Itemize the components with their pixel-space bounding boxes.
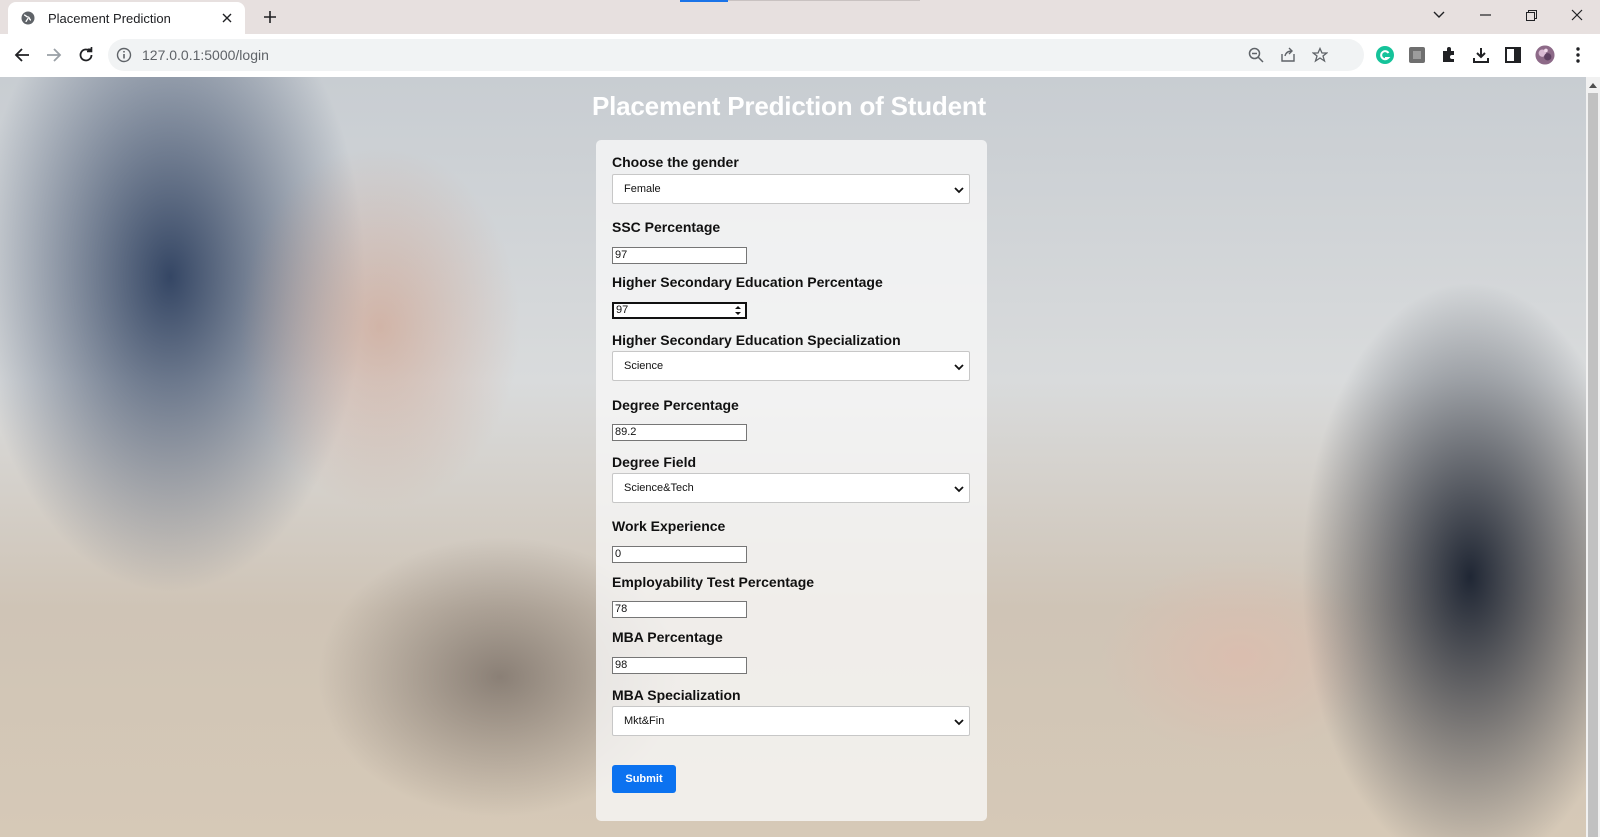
extensions-puzzle-icon[interactable]	[1439, 45, 1459, 65]
more-menu-icon[interactable]	[1568, 45, 1588, 65]
page-viewport: Placement Prediction of Student Choose t…	[0, 77, 1586, 837]
gender-label: Choose the gender	[612, 154, 739, 170]
degree-field-label: Degree Field	[612, 454, 697, 470]
submit-button[interactable]: Submit	[612, 765, 676, 793]
hsc-spec-select-value: Science	[624, 360, 664, 372]
etest-input[interactable]: 78	[612, 601, 747, 618]
mba-spec-label: MBA Specialization	[612, 687, 741, 703]
mba-spec-select-value: Mkt&Fin	[624, 715, 665, 727]
site-info-icon[interactable]	[116, 47, 132, 63]
tab-strip: Placement Prediction	[0, 0, 1600, 34]
chevron-down-icon	[954, 185, 964, 195]
work-exp-label: Work Experience	[612, 518, 726, 534]
degree-label: Degree Percentage	[612, 397, 739, 413]
degree-input[interactable]: 89.2	[612, 424, 747, 441]
tab-search-icon[interactable]	[1416, 0, 1462, 30]
back-arrow-icon[interactable]	[7, 40, 37, 70]
number-spinner-icon[interactable]	[734, 305, 742, 316]
chevron-down-icon	[954, 362, 964, 372]
hsc-input[interactable]: 97	[612, 302, 747, 319]
scroll-up-arrow-icon[interactable]	[1589, 83, 1597, 88]
url-text[interactable]: 127.0.0.1:5000/login	[142, 47, 269, 63]
mba-spec-select[interactable]: Mkt&Fin	[612, 706, 970, 736]
chevron-down-icon	[954, 717, 964, 727]
profile-avatar[interactable]	[1535, 45, 1555, 65]
mba-label: MBA Percentage	[612, 629, 723, 645]
new-tab-button[interactable]	[258, 5, 282, 29]
gender-select[interactable]: Female	[612, 174, 970, 204]
degree-field-select-value: Science&Tech	[624, 482, 694, 494]
tab-indicator	[680, 0, 728, 2]
browser-toolbar: 127.0.0.1:5000/login	[0, 34, 1600, 77]
grammarly-icon[interactable]	[1375, 45, 1395, 65]
tab-title: Placement Prediction	[48, 10, 171, 26]
globe-icon	[20, 10, 36, 26]
download-icon[interactable]	[1471, 45, 1491, 65]
page-scrollbar[interactable]	[1586, 77, 1600, 837]
restore-icon[interactable]	[1508, 0, 1554, 30]
bookmark-star-icon[interactable]	[1312, 47, 1328, 63]
scrollbar-thumb[interactable]	[1588, 93, 1598, 837]
prediction-form: Choose the gender Female SSC Percentage …	[596, 140, 987, 821]
tab-placement-prediction[interactable]: Placement Prediction	[8, 2, 245, 34]
hsc-label: Higher Secondary Education Percentage	[612, 274, 883, 290]
ssc-input[interactable]: 97	[612, 247, 747, 264]
ssc-label: SSC Percentage	[612, 219, 721, 235]
extension-square-icon[interactable]	[1407, 45, 1427, 65]
hsc-input-value: 97	[616, 304, 629, 316]
page-title: Placement Prediction of Student	[592, 91, 986, 121]
side-panel-icon[interactable]	[1503, 45, 1523, 65]
hsc-spec-label: Higher Secondary Education Specializatio…	[612, 332, 901, 348]
etest-label: Employability Test Percentage	[612, 574, 815, 590]
degree-field-select[interactable]: Science&Tech	[612, 473, 970, 503]
reload-icon[interactable]	[71, 40, 101, 70]
minimize-icon[interactable]	[1462, 0, 1508, 30]
share-icon[interactable]	[1280, 47, 1296, 63]
gender-select-value: Female	[624, 183, 661, 195]
work-exp-input[interactable]: 0	[612, 546, 747, 563]
hsc-spec-select[interactable]: Science	[612, 351, 970, 381]
zoom-icon[interactable]	[1248, 47, 1264, 63]
close-window-icon[interactable]	[1554, 0, 1600, 30]
address-bar[interactable]: 127.0.0.1:5000/login	[108, 39, 1364, 71]
forward-arrow-icon[interactable]	[39, 40, 69, 70]
close-tab-icon[interactable]	[219, 10, 235, 26]
tab-divider	[728, 0, 920, 1]
chevron-down-icon	[954, 484, 964, 494]
mba-input[interactable]: 98	[612, 657, 747, 674]
